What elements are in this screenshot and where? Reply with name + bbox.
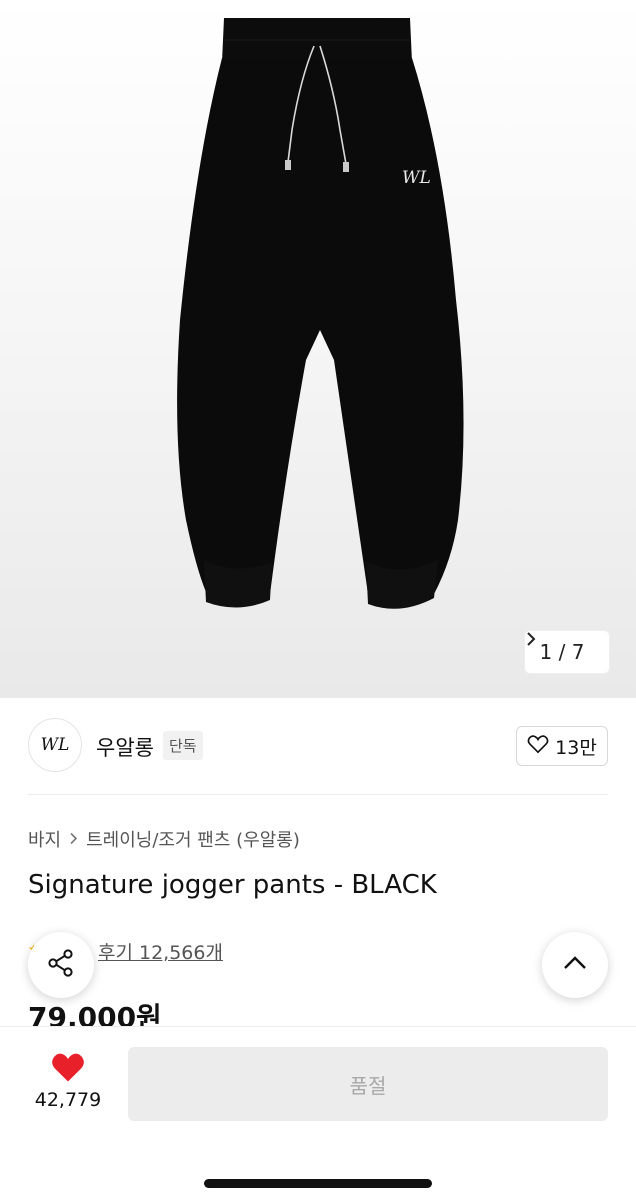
brand-row: WL 우알롱 단독 13만 (0, 698, 636, 794)
home-indicator (204, 1179, 432, 1188)
sold-out-button[interactable]: 품절 (128, 1047, 608, 1121)
brand-logo[interactable]: WL (28, 718, 82, 772)
review-count-link[interactable]: 후기 12,566개 (98, 938, 223, 965)
chevron-right-icon (69, 829, 78, 850)
wishlist-count: 42,779 (34, 1089, 102, 1111)
gallery-counter-text: 1 / 7 (539, 640, 585, 664)
breadcrumb-category[interactable]: 바지 (28, 826, 61, 852)
heart-outline-icon (527, 734, 549, 759)
divider (28, 794, 608, 795)
svg-text:WL: WL (402, 168, 431, 188)
share-icon (46, 948, 76, 982)
breadcrumb: 바지 트레이닝/조거 팬츠 (우알롱) (28, 826, 300, 852)
chevron-up-icon (562, 955, 588, 975)
brand-name[interactable]: 우알롱 (96, 732, 154, 762)
exclusive-badge: 단독 (163, 731, 203, 760)
brand-logo-text: WL (40, 735, 70, 755)
wishlist-button[interactable]: 42,779 (28, 1051, 108, 1111)
brand-like-button[interactable]: 13만 (516, 726, 608, 766)
breadcrumb-subcategory[interactable]: 트레이닝/조거 팬츠 (우알롱) (86, 826, 300, 852)
product-image[interactable]: WL 1 / 7 (0, 0, 636, 698)
product-title: Signature jogger pants - BLACK (28, 870, 437, 900)
jogger-pants-illustration: WL (177, 18, 464, 609)
gallery-counter[interactable]: 1 / 7 (524, 630, 610, 674)
share-button[interactable] (28, 932, 94, 998)
brand-like-count: 13만 (555, 736, 597, 759)
bottom-bar: 42,779 품절 (0, 1026, 636, 1201)
heart-filled-icon (50, 1053, 86, 1087)
scroll-top-button[interactable] (542, 932, 608, 998)
